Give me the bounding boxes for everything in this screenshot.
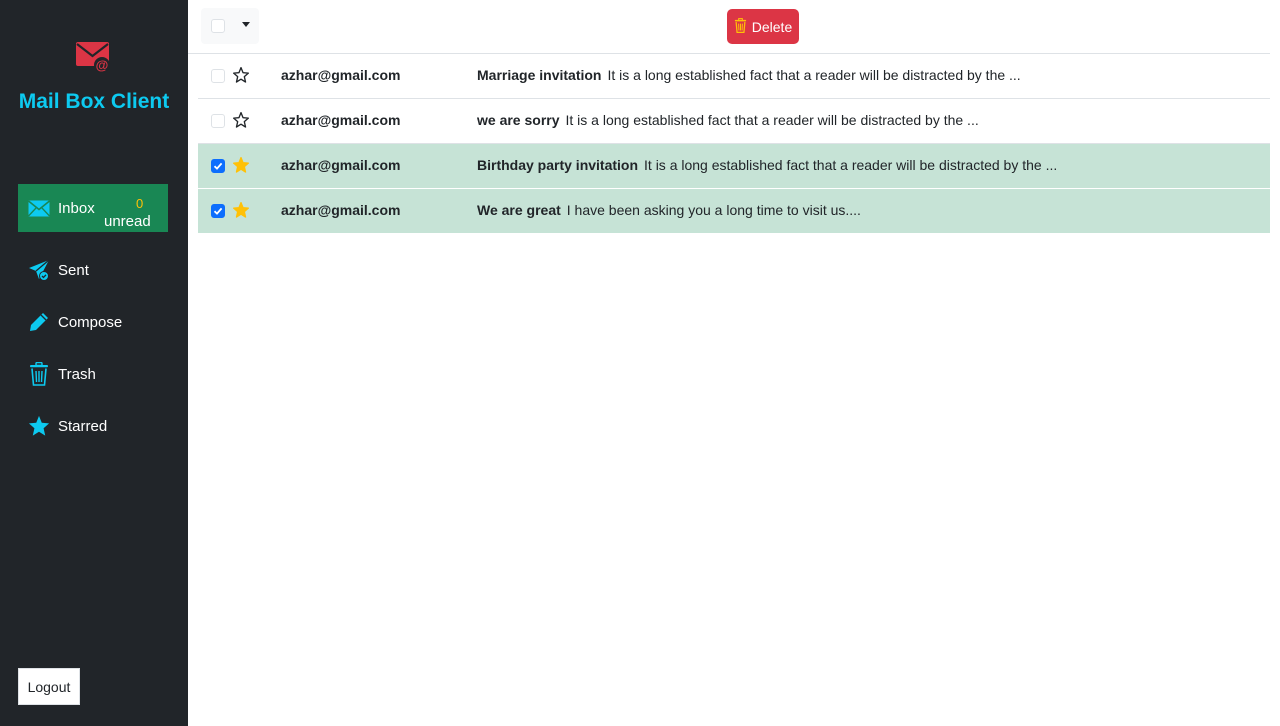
star-filled-icon[interactable] xyxy=(233,202,249,218)
mail-row[interactable]: azhar@gmail.com Birthday party invitatio… xyxy=(198,144,1270,189)
mail-list: azhar@gmail.com Marriage invitation It is… xyxy=(198,54,1270,234)
sidebar: @ Mail Box Client Inbox 0 unread Sent Co… xyxy=(0,0,188,726)
mail-preview: It is a long established fact that a rea… xyxy=(565,112,979,128)
mail-sender: azhar@gmail.com xyxy=(281,67,401,83)
app-title: Mail Box Client xyxy=(18,90,170,113)
trash-icon xyxy=(27,362,51,386)
mail-subject: Marriage invitation xyxy=(477,67,602,83)
svg-text:@: @ xyxy=(96,58,109,73)
pencil-icon xyxy=(27,310,51,334)
sidebar-item-label: Compose xyxy=(58,313,123,331)
mail-toolbar: Delete xyxy=(188,0,1270,54)
envelope-at-icon: @ xyxy=(76,38,112,74)
sidebar-item-inbox[interactable]: Inbox 0 unread xyxy=(18,184,168,232)
delete-label: Delete xyxy=(751,18,793,35)
mail-sender: azhar@gmail.com xyxy=(281,112,401,128)
sidebar-item-sent[interactable]: Sent xyxy=(18,246,168,294)
mail-subject: Birthday party invitation xyxy=(477,157,639,173)
mail-row[interactable]: azhar@gmail.com Marriage invitation It is… xyxy=(198,54,1270,99)
chevron-down-icon[interactable] xyxy=(242,22,250,27)
select-all-checkbox[interactable] xyxy=(211,19,225,33)
mail-checkbox[interactable] xyxy=(211,114,225,128)
sidebar-item-compose[interactable]: Compose xyxy=(18,298,168,346)
sidebar-item-label: Sent xyxy=(58,261,89,279)
star-icon xyxy=(27,414,51,438)
mail-row[interactable]: azhar@gmail.com we are sorry It is a long… xyxy=(198,99,1270,144)
star-filled-icon[interactable] xyxy=(233,157,249,173)
mail-subject: we are sorry xyxy=(477,112,560,128)
sidebar-item-label: Starred xyxy=(58,417,108,435)
unread-label: unread xyxy=(104,213,151,230)
logout-button[interactable]: Logout xyxy=(18,668,80,705)
mail-row[interactable]: azhar@gmail.com We are great I have been … xyxy=(198,189,1270,234)
mail-subject: We are great xyxy=(477,202,561,218)
mail-sender: azhar@gmail.com xyxy=(281,157,401,173)
sidebar-item-trash[interactable]: Trash xyxy=(18,350,168,398)
sidebar-item-label: Trash xyxy=(58,365,96,383)
envelope-icon xyxy=(27,196,51,220)
mail-checkbox[interactable] xyxy=(211,69,225,83)
star-outline-icon[interactable] xyxy=(233,112,249,128)
select-all-dropdown[interactable] xyxy=(201,8,259,44)
mail-sender: azhar@gmail.com xyxy=(281,202,401,218)
mail-checkbox[interactable] xyxy=(211,159,225,173)
mail-preview: It is a long established fact that a rea… xyxy=(644,157,1058,173)
mail-preview: I have been asking you a long time to vi… xyxy=(566,202,861,218)
sidebar-item-starred[interactable]: Starred xyxy=(18,402,168,450)
mail-preview: It is a long established fact that a rea… xyxy=(607,67,1021,83)
unread-count: 0 xyxy=(136,196,144,211)
sidebar-item-label: Inbox xyxy=(58,199,95,217)
mail-checkbox[interactable] xyxy=(211,204,225,218)
trash-icon xyxy=(734,17,747,36)
delete-button[interactable]: Delete xyxy=(727,9,799,44)
star-outline-icon[interactable] xyxy=(233,67,249,83)
send-check-icon xyxy=(27,258,51,282)
